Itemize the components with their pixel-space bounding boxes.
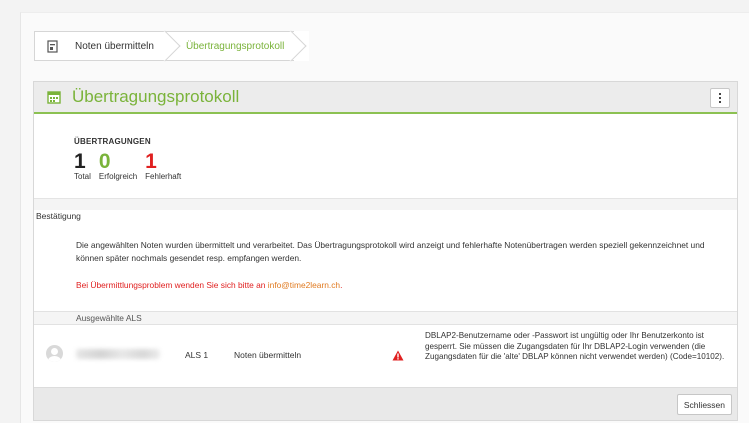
support-note: Bei Übermittlungsproblem wenden Sie sich… (76, 280, 342, 290)
close-button[interactable]: Schliessen (676, 394, 732, 415)
stat-success-value: 0 (98, 150, 111, 173)
confirmation-label: Bestätigung (36, 211, 81, 221)
stat-failed-label: Fehlerhaft (145, 172, 182, 181)
stats-title: ÜBERTRAGUNGEN (74, 137, 151, 146)
row-action: Noten übermitteln (234, 350, 302, 360)
kebab-dot-icon (719, 97, 721, 99)
warning-icon (392, 348, 404, 361)
section-divider (34, 198, 737, 210)
panel-header: Übertragungsprotokoll (34, 82, 737, 114)
stat-success-label: Erfolgreich (98, 172, 138, 181)
page: Noten übermitteln Übertragungsprotokoll (20, 12, 749, 423)
selected-als-header: Ausgewählte ALS (34, 311, 737, 325)
table-row: ALS 1 Noten übermitteln DBLAP2-Benutzern… (34, 325, 737, 387)
stat-failed-value: 1 (145, 150, 157, 173)
protocol-panel: Übertragungsprotokoll ÜBERTRAGUNGEN 1 To… (33, 81, 738, 421)
breadcrumb-label: Noten übermitteln (75, 40, 154, 52)
breadcrumb: Noten übermitteln Übertragungsprotokoll (34, 30, 309, 62)
stat-success: 0 Erfolgreich (98, 150, 138, 181)
support-email-link[interactable]: info@time2learn.ch (268, 280, 340, 290)
kebab-dot-icon (719, 93, 721, 95)
confirmation-message: Die angewählten Noten wurden übermittelt… (76, 240, 705, 263)
panel-menu-button[interactable] (710, 88, 730, 108)
panel-title: Übertragungsprotokoll (72, 87, 240, 106)
kebab-dot-icon (719, 101, 721, 103)
stat-total-value: 1 (74, 150, 86, 173)
stat-failed: 1 Fehlerhaft (145, 150, 182, 181)
breadcrumb-label: Übertragungsprotokoll (185, 40, 285, 52)
panel-footer: Schliessen (34, 387, 737, 420)
calendar-table-icon (47, 90, 61, 104)
support-note-suffix: . (340, 280, 343, 290)
breadcrumb-item-noten-uebermitteln[interactable]: Noten übermitteln (34, 30, 181, 62)
document-icon (47, 39, 59, 53)
redacted-name (76, 349, 160, 359)
transfer-stats: ÜBERTRAGUNGEN 1 Total 0 Erfolgreich 1 Fe… (74, 137, 189, 181)
stat-total-label: Total (74, 172, 91, 181)
row-als: ALS 1 (185, 350, 209, 360)
breadcrumb-item-uebertragungsprotokoll[interactable]: Übertragungsprotokoll (167, 30, 307, 62)
selected-als-header-label: Ausgewählte ALS (76, 313, 142, 323)
row-error-message: DBLAP2-Benutzername oder -Passwort ist u… (425, 331, 725, 361)
support-note-text: Bei Übermittlungsproblem wenden Sie sich… (76, 280, 268, 290)
stat-total: 1 Total (74, 150, 91, 181)
avatar-icon (46, 345, 63, 362)
